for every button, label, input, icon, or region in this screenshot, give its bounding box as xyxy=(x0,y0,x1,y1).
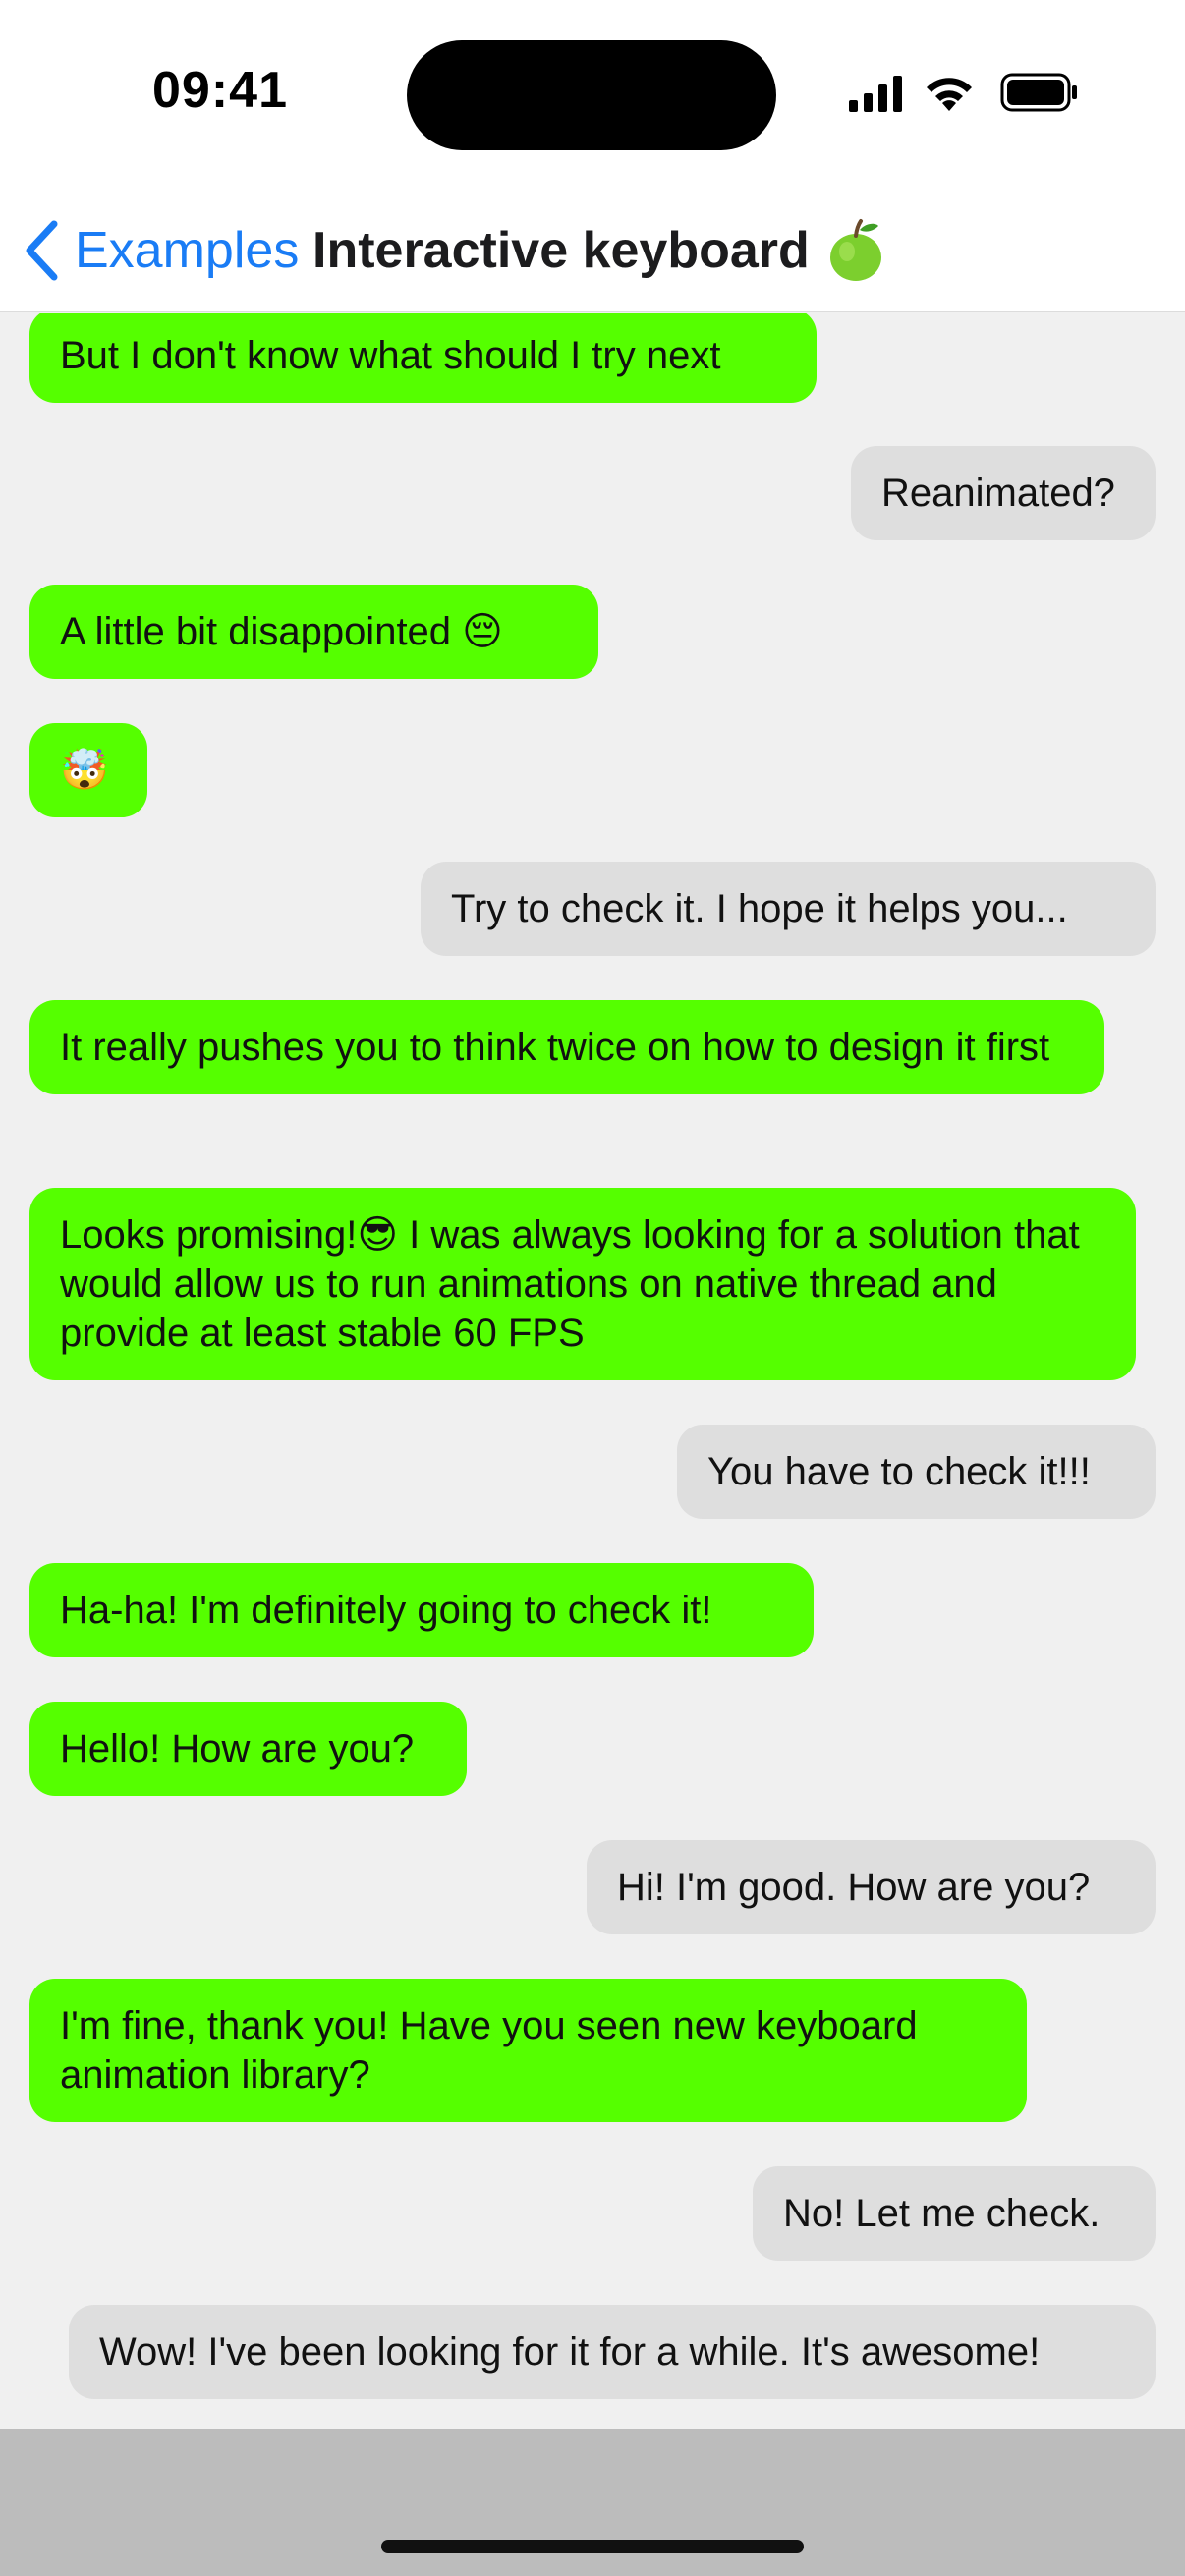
message-bubble-incoming[interactable]: 🤯 xyxy=(29,723,147,817)
message-bubble-incoming[interactable]: Hello! How are you? xyxy=(29,1702,467,1796)
chat-message-list[interactable]: But I don't know what should I try next … xyxy=(0,313,1185,2429)
message-bubble-incoming[interactable]: I'm fine, thank you! Have you seen new k… xyxy=(29,1979,1027,2122)
page-title-text: Interactive keyboard xyxy=(312,222,810,279)
message-bubble-outgoing[interactable]: No! Let me check. xyxy=(753,2166,1156,2261)
chevron-left-icon xyxy=(26,220,58,281)
wifi-icon xyxy=(927,78,972,111)
message-bubble-incoming[interactable]: Ha-ha! I'm definitely going to check it! xyxy=(29,1563,814,1657)
message-bubble-incoming[interactable]: But I don't know what should I try next xyxy=(29,313,817,403)
message-bubble-outgoing[interactable]: Try to check it. I hope it helps you... xyxy=(421,862,1156,956)
message-bubble-incoming[interactable]: A little bit disappointed 😔 xyxy=(29,585,598,679)
message-bubble-outgoing[interactable]: Reanimated? xyxy=(851,446,1156,540)
signal-icon xyxy=(849,76,902,112)
message-bubble-outgoing[interactable]: Wow! I've been looking for it for a whil… xyxy=(69,2305,1156,2399)
battery-icon xyxy=(1000,73,1077,112)
message-bubble-incoming[interactable]: Looks promising!😎 I was always looking f… xyxy=(29,1188,1136,1380)
green-apple-icon xyxy=(829,219,881,281)
navigation-bar: Examples Interactive keyboard xyxy=(0,187,1185,312)
back-button-label: Examples xyxy=(75,222,300,279)
home-indicator[interactable] xyxy=(381,2540,804,2553)
status-time: 09:41 xyxy=(152,62,288,119)
back-button[interactable]: Examples xyxy=(22,216,299,285)
message-bubble-outgoing[interactable]: Hi! I'm good. How are you? xyxy=(587,1840,1156,1934)
message-bubble-incoming[interactable]: It really pushes you to think twice on h… xyxy=(29,1000,1104,1094)
status-bar: 09:41 xyxy=(0,0,1185,187)
message-bubble-outgoing[interactable]: You have to check it!!! xyxy=(677,1425,1156,1519)
dynamic-island xyxy=(407,40,776,150)
page-title: Interactive keyboard xyxy=(312,216,884,285)
keyboard-area xyxy=(0,2429,1185,2576)
